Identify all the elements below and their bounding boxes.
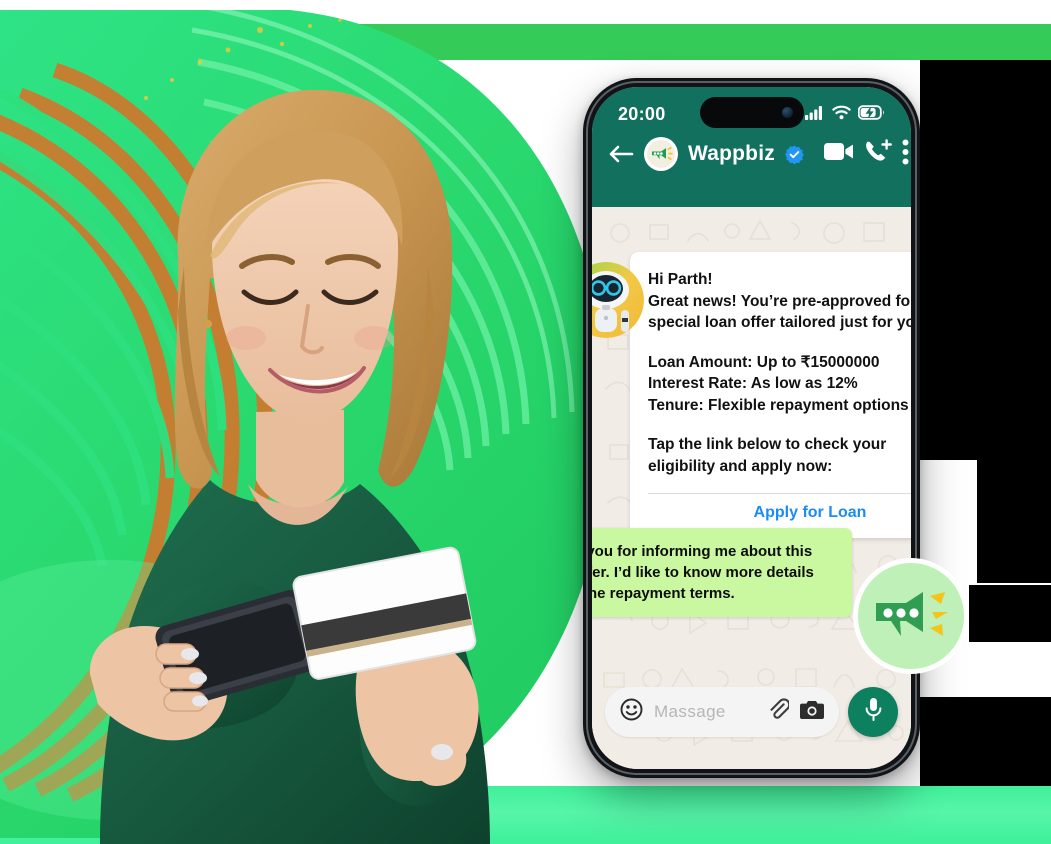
image-artifact: [920, 697, 1051, 786]
image-artifact: [920, 60, 1051, 460]
paperclip-icon[interactable]: [767, 698, 791, 726]
image-artifact: [969, 585, 1051, 642]
message-tenure: Tenure: Flexible repayment options: [648, 396, 909, 414]
outgoing-message-bubble: Thank you for informing me about this lo…: [592, 528, 852, 617]
hero-photo-woman: [60, 60, 580, 844]
add-call-icon[interactable]: [864, 138, 892, 170]
voice-record-button[interactable]: [848, 687, 898, 737]
message-input-bar: Massage: [592, 677, 911, 769]
wifi-icon: [832, 105, 851, 125]
megaphone-avatar-icon[interactable]: [644, 137, 678, 171]
apply-for-loan-button[interactable]: Apply for Loan: [648, 504, 911, 526]
emoji-smiley-icon[interactable]: [620, 698, 643, 726]
verified-badge-icon: [785, 145, 804, 164]
microphone-icon: [865, 697, 882, 727]
message-interest-rate: Interest Rate: As low as 12%: [648, 375, 858, 392]
phone-screen: 20:00 Wappbiz Hi Parth! Great news! You’…: [592, 87, 911, 769]
message-line-1: Great news! You’re pre-approved for a: [648, 292, 911, 310]
dynamic-island: [699, 97, 804, 128]
battery-charging-icon: [857, 104, 885, 125]
cellular-signal-icon: [805, 105, 825, 125]
video-call-icon[interactable]: [823, 141, 854, 167]
reply-line-2: loan offer. I’d like to know more detail…: [592, 564, 814, 581]
message-input-pill[interactable]: Massage: [605, 687, 839, 737]
cta-divider: [648, 493, 911, 494]
chat-body: Hi Parth! Great news! You’re pre-approve…: [592, 207, 911, 769]
message-closing-2: eligibility and apply now:: [648, 457, 833, 475]
message-loan-amount: Loan Amount: Up to ₹15000000: [648, 353, 880, 371]
reply-line-3: about the repayment terms.: [592, 585, 735, 602]
overflow-menu-icon[interactable]: [902, 139, 909, 170]
reply-line-1: Thank you for informing me about this: [592, 543, 813, 560]
robot-avatar-icon: [592, 262, 644, 338]
front-camera-icon: [781, 107, 793, 118]
chat-nav-bar: Wappbiz: [592, 125, 911, 183]
message-input-placeholder[interactable]: Massage: [654, 702, 756, 722]
back-arrow-icon[interactable]: [608, 143, 634, 165]
hero-banner: 20:00 Wappbiz Hi Parth! Great news! You’…: [0, 0, 1051, 844]
status-time: 20:00: [618, 104, 666, 124]
message-closing-1: Tap the link below to check your: [648, 436, 887, 453]
message-greeting: Hi Parth!: [648, 271, 713, 288]
contact-name: Wappbiz: [688, 142, 775, 165]
whatsapp-header: 20:00 Wappbiz: [592, 87, 911, 207]
image-artifact: [977, 455, 1051, 583]
incoming-message-bubble: Hi Parth! Great news! You’re pre-approve…: [592, 252, 911, 538]
message-line-2: special loan offer tailored just for you…: [648, 314, 911, 331]
camera-icon[interactable]: [800, 700, 824, 725]
megaphone-chat-badge-icon: [853, 558, 969, 674]
phone-mockup: 20:00 Wappbiz Hi Parth! Great news! You’…: [583, 78, 920, 778]
